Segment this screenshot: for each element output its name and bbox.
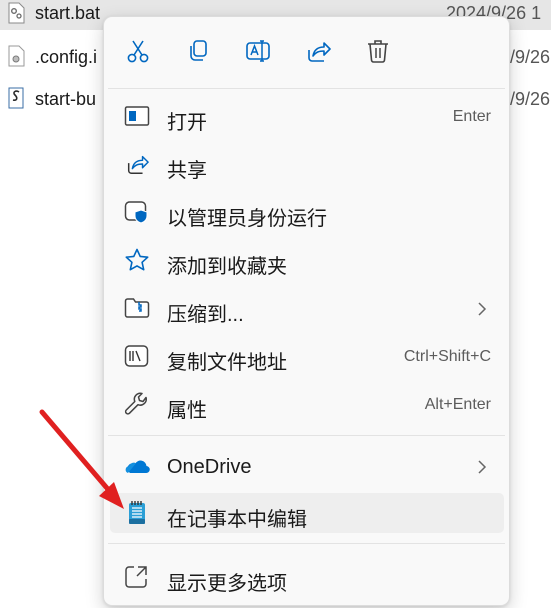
copy-path-icon	[124, 344, 150, 368]
menu-item-label: 压缩到...	[167, 304, 244, 326]
menu-item-shortcut: Enter	[452, 108, 491, 125]
menu-item-label: 显示更多选项	[167, 573, 287, 595]
wrench-icon	[124, 392, 150, 416]
chevron-right-icon	[478, 302, 487, 316]
copy-button[interactable]	[183, 36, 213, 66]
menu-item-label: 打开	[167, 112, 207, 134]
share-icon	[124, 152, 150, 176]
context-menu: 打开 Enter 共享 以管理员身份运行 添加到收藏夹 压缩到... 复制文件地…	[103, 16, 510, 606]
delete-button[interactable]	[363, 36, 393, 66]
menu-item-compress-to[interactable]: 压缩到...	[110, 288, 504, 328]
open-window-icon	[124, 104, 150, 128]
menu-divider	[108, 435, 505, 436]
menu-item-shortcut: Alt+Enter	[424, 396, 491, 413]
menu-item-onedrive[interactable]: OneDrive	[110, 446, 504, 486]
menu-item-properties[interactable]: 属性 Alt+Enter	[110, 384, 504, 424]
menu-divider	[108, 543, 505, 544]
menu-item-copy-path[interactable]: 复制文件地址 Ctrl+Shift+C	[110, 336, 504, 376]
share-icon	[308, 42, 331, 62]
onedrive-cloud-icon	[124, 454, 150, 478]
batch-file-icon	[8, 2, 25, 24]
trash-icon	[368, 40, 388, 63]
cut-button[interactable]	[123, 36, 153, 66]
menu-item-label: 复制文件地址	[167, 352, 287, 374]
menu-item-show-more-options[interactable]: 显示更多选项	[110, 557, 504, 597]
menu-item-label: 以管理员身份运行	[167, 208, 327, 230]
notepad-icon	[124, 501, 150, 525]
menu-item-edit-in-notepad[interactable]: 在记事本中编辑	[110, 493, 504, 533]
menu-item-share[interactable]: 共享	[110, 144, 504, 184]
file-name: start.bat	[35, 3, 101, 23]
menu-item-label: OneDrive	[167, 456, 252, 478]
file-date: /9/26 1	[510, 47, 551, 67]
menu-toolbar	[104, 17, 509, 87]
script-file-icon	[8, 87, 24, 109]
menu-item-shortcut: Ctrl+Shift+C	[403, 348, 491, 365]
menu-item-run-as-admin[interactable]: 以管理员身份运行	[110, 192, 504, 232]
star-icon	[124, 248, 150, 272]
menu-item-add-favorites[interactable]: 添加到收藏夹	[110, 240, 504, 280]
menu-item-label: 属性	[167, 400, 207, 422]
shield-window-icon	[124, 200, 150, 224]
share-button[interactable]	[303, 36, 333, 66]
chevron-right-icon	[478, 460, 487, 474]
show-more-options-icon	[124, 565, 150, 589]
config-file-icon	[8, 45, 25, 67]
file-name: start-bu	[35, 89, 97, 109]
copy-icon	[190, 40, 207, 61]
menu-item-open[interactable]: 打开 Enter	[110, 96, 504, 136]
zip-folder-icon	[124, 296, 150, 320]
menu-item-label: 共享	[167, 160, 207, 182]
rename-button[interactable]	[243, 36, 273, 66]
file-name: .config.i	[35, 47, 98, 67]
scissors-icon	[127, 40, 149, 63]
rename-icon	[246, 40, 270, 62]
menu-item-label: 添加到收藏夹	[167, 256, 287, 278]
file-date: /9/26 1	[510, 89, 551, 109]
menu-divider	[108, 88, 505, 89]
menu-item-label: 在记事本中编辑	[167, 509, 307, 531]
